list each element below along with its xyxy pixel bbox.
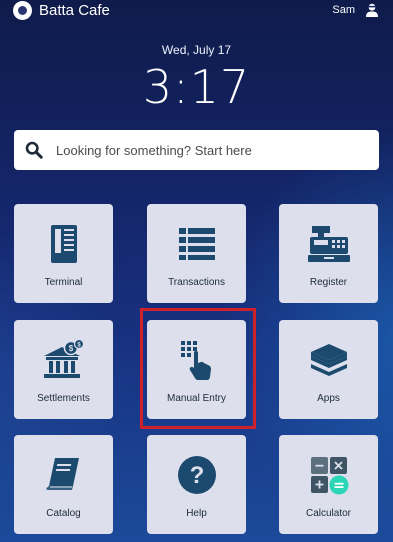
brand-logo-icon [13,1,32,20]
tile-label: Terminal [44,277,83,288]
cash-register-icon [307,226,350,262]
search-input[interactable] [56,135,356,165]
svg-text:?: ? [189,462,204,489]
tile-terminal[interactable]: Terminal [14,204,113,303]
search-icon [25,141,43,159]
tile-label: Register [309,277,348,288]
bank-icon: $ $ [43,340,84,378]
tile-label: Transactions [168,277,225,288]
user-account[interactable]: Sam [332,3,379,17]
layers-icon [310,344,347,376]
list-icon [178,228,215,260]
tile-help[interactable]: ? Help [147,435,246,534]
card-terminal-icon [50,225,77,263]
tile-label: Calculator [305,508,352,519]
user-name: Sam [332,4,355,16]
tile-transactions[interactable]: Transactions [147,204,246,303]
tile-label: Catalog [46,508,81,519]
tile-label: Help [186,508,207,519]
user-avatar-icon[interactable] [365,3,379,17]
search-bar[interactable] [14,130,379,170]
brand: Batta Cafe [13,1,110,20]
question-icon: ? [177,456,216,494]
tile-apps[interactable]: Apps [279,320,378,419]
time-display: 3:17 [142,60,251,114]
tile-label: Settlements [37,393,90,404]
tile-label: Apps [317,393,340,404]
merchant-name: Batta Cafe [39,2,110,19]
tile-settlements[interactable]: $ $ Settlements [14,320,113,419]
tile-calculator[interactable]: Calculator [279,435,378,534]
tile-catalog[interactable]: Catalog [14,435,113,534]
tile-register[interactable]: Register [279,204,378,303]
status-bar: Batta Cafe Sam [0,0,393,22]
date-display: Wed, July 17 [161,43,232,57]
svg-text:$: $ [68,344,73,353]
book-icon [45,458,79,490]
selection-highlight [140,308,256,429]
calculator-icon [310,457,348,495]
